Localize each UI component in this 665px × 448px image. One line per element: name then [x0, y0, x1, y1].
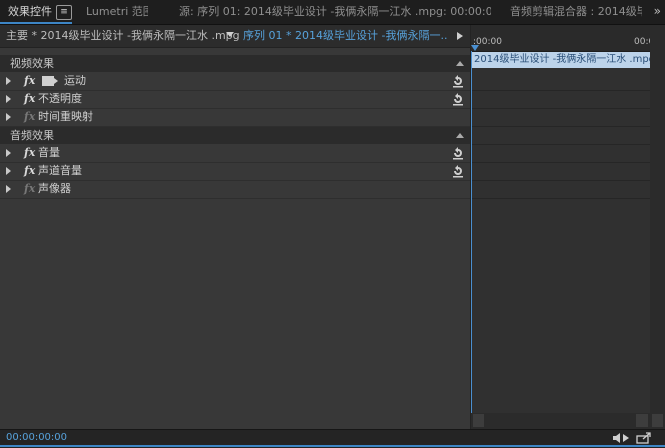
reset-icon[interactable]	[450, 145, 466, 161]
effect-row-opacity[interactable]: fx 不透明度	[0, 90, 470, 109]
tab-source-monitor[interactable]: 源: 序列 01: 2014级毕业设计 -我俩永隔一江水 .mpg: 00:00…	[179, 0, 491, 24]
reset-icon[interactable]	[450, 163, 466, 179]
fx-toggle-icon[interactable]: fx	[24, 144, 35, 162]
clip-selector-bar: 主要 * 2014级毕业设计 -我俩永隔一江水 .mpg 序列 01 * 201…	[0, 25, 470, 48]
playhead-line[interactable]	[471, 51, 472, 413]
fx-toggle-icon[interactable]: fx	[24, 72, 35, 90]
effect-row-panner[interactable]: fx 声像器	[0, 180, 470, 199]
tab-audio-clip-mixer[interactable]: 音频剪辑混合器 : 2014级毕	[510, 0, 642, 24]
reset-icon[interactable]	[450, 73, 466, 89]
video-effects-header[interactable]: 视频效果	[0, 55, 470, 72]
master-clip-label[interactable]: 主要 * 2014级毕业设计 -我俩永隔一江水 .mpg	[6, 25, 240, 47]
expand-triangle-icon[interactable]	[6, 77, 11, 85]
active-tab-indicator	[0, 22, 72, 24]
play-clip-icon[interactable]	[457, 32, 463, 40]
effect-controls-panel: 主要 * 2014级毕业设计 -我俩永隔一江水 .mpg 序列 01 * 201…	[0, 25, 470, 429]
effect-label: 声道音量	[38, 164, 82, 177]
collapse-icon[interactable]	[456, 61, 464, 66]
effect-timeline[interactable]: :00:00 00:0 2014级毕业设计 -我俩永隔一江水 .mpg	[471, 25, 654, 413]
export-icon[interactable]	[636, 432, 652, 444]
expand-triangle-icon[interactable]	[6, 113, 11, 121]
effect-label: 时间重映射	[38, 110, 93, 123]
playhead-handle[interactable]	[471, 45, 479, 51]
time-ruler[interactable]: :00:00 00:0	[471, 25, 654, 52]
transform-icon[interactable]	[42, 76, 58, 86]
fx-toggle-icon[interactable]: fx	[24, 108, 35, 126]
effect-label: 不透明度	[38, 92, 82, 105]
effect-row-volume[interactable]: fx 音量	[0, 144, 470, 163]
track-divider	[471, 162, 650, 163]
expand-triangle-icon[interactable]	[6, 95, 11, 103]
fx-toggle-icon[interactable]: fx	[24, 90, 35, 108]
fx-toggle-icon[interactable]: fx	[24, 180, 35, 198]
zoom-handle-right[interactable]	[636, 414, 648, 427]
scroll-corner	[652, 414, 663, 427]
track-divider	[471, 108, 650, 109]
effect-row-channel-volume[interactable]: fx 声道音量	[0, 162, 470, 181]
section-title: 音频效果	[10, 129, 54, 142]
effect-label: 音量	[38, 146, 60, 159]
track-divider	[471, 126, 650, 127]
tab-lumetri-scopes[interactable]: Lumetri 范围	[86, 0, 148, 24]
track-divider	[471, 198, 650, 199]
effect-row-time-remap[interactable]: fx 时间重映射	[0, 108, 470, 127]
track-divider	[471, 180, 650, 181]
collapse-icon[interactable]	[456, 133, 464, 138]
effect-row-motion[interactable]: fx 运动	[0, 72, 470, 91]
current-timecode[interactable]: 00:00:00:00	[6, 430, 67, 446]
expand-triangle-icon[interactable]	[6, 149, 11, 157]
expand-triangle-icon[interactable]	[6, 185, 11, 193]
chevron-down-icon[interactable]	[226, 32, 234, 37]
reset-icon[interactable]	[450, 91, 466, 107]
tab-overflow-icon[interactable]: »	[654, 0, 661, 24]
audio-play-icon[interactable]	[612, 432, 630, 444]
panel-menu-icon[interactable]: ≡	[56, 5, 72, 20]
track-divider	[471, 144, 650, 145]
horizontal-scrollbar[interactable]	[471, 413, 650, 429]
fx-toggle-icon[interactable]: fx	[24, 162, 35, 180]
expand-triangle-icon[interactable]	[6, 167, 11, 175]
effect-label: 运动	[64, 74, 86, 87]
zoom-handle-left[interactable]	[473, 414, 484, 427]
effect-label: 声像器	[38, 182, 71, 195]
tab-effect-controls[interactable]: 效果控件	[8, 0, 54, 24]
timeline-clip[interactable]: 2014级毕业设计 -我俩永隔一江水 .mpg	[472, 52, 650, 68]
sequence-clip-label[interactable]: 序列 01 * 2014级毕业设计 -我俩永隔一...	[243, 25, 448, 47]
audio-effects-header[interactable]: 音频效果	[0, 127, 470, 144]
track-divider	[471, 90, 650, 91]
vertical-scrollbar[interactable]	[650, 25, 665, 429]
panel-tab-bar: 效果控件 ≡ Lumetri 范围 源: 序列 01: 2014级毕业设计 -我…	[0, 0, 665, 25]
section-title: 视频效果	[10, 57, 54, 70]
